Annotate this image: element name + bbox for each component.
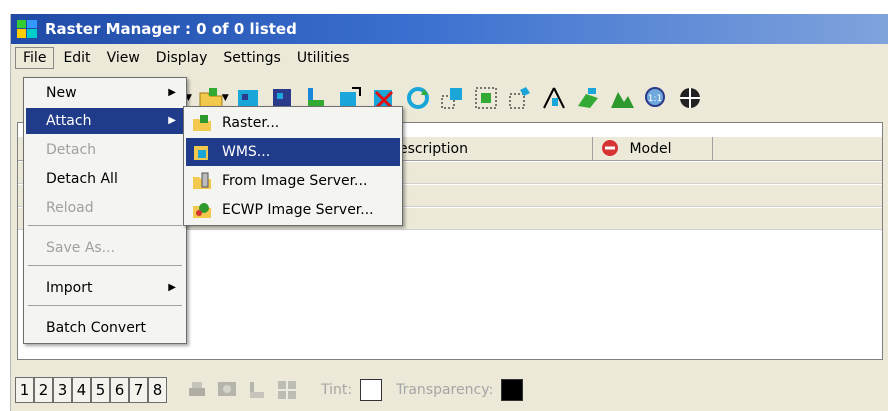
submenu-item-wms[interactable]: WMS...: [186, 138, 400, 166]
menu-item-detach-all-label: Detach All: [46, 171, 118, 187]
view-button-5[interactable]: 5: [91, 377, 110, 403]
submenu-item-raster[interactable]: Raster...: [186, 109, 400, 137]
print-icon[interactable]: [185, 378, 209, 402]
attach-submenu: Raster... WMS... From Image Server... EC…: [183, 106, 403, 226]
menu-item-attach-label: Attach: [46, 113, 92, 129]
raster-warp-icon[interactable]: [503, 81, 537, 115]
view-button-6[interactable]: 6: [110, 377, 129, 403]
menu-item-new-label: New: [46, 85, 77, 101]
submenu-arrow-icon: ▶: [168, 87, 176, 98]
view-button-7[interactable]: 7: [129, 377, 148, 403]
menu-item-save-as-label: Save As...: [46, 240, 116, 256]
raster-terrain-icon[interactable]: [605, 81, 639, 115]
raster-rotate-icon[interactable]: [401, 81, 435, 115]
submenu-arrow-icon: ▶: [168, 282, 176, 293]
menu-item-batch-convert-label: Batch Convert: [46, 320, 147, 336]
transparency-label: Transparency:: [396, 382, 494, 398]
title-bar: Raster Manager : 0 of 0 listed: [11, 14, 888, 44]
menu-item-detach-all[interactable]: Detach All: [26, 166, 184, 192]
menu-item-reload[interactable]: Reload: [26, 195, 184, 221]
raster-clip-icon[interactable]: [435, 81, 469, 115]
view-button-1[interactable]: 1: [15, 377, 34, 403]
view-button-2[interactable]: 2: [34, 377, 53, 403]
column-description-label: escription: [399, 141, 468, 157]
view-button-4[interactable]: 4: [72, 377, 91, 403]
menu-item-reload-label: Reload: [46, 200, 94, 216]
raster-mask-icon[interactable]: [469, 81, 503, 115]
menu-edit[interactable]: Edit: [56, 48, 97, 68]
menu-display[interactable]: Display: [149, 48, 215, 68]
menu-item-new[interactable]: New ▶: [26, 80, 184, 106]
tint-label: Tint:: [321, 382, 353, 398]
submenu-item-ecwp-server-label: ECWP Image Server...: [222, 202, 374, 218]
window-title: Raster Manager : 0 of 0 listed: [45, 20, 297, 38]
raster-attach-icon: [193, 115, 211, 131]
submenu-item-image-server-label: From Image Server...: [222, 173, 368, 189]
ecwp-server-icon: [193, 203, 211, 218]
menu-item-save-as[interactable]: Save As...: [26, 235, 184, 261]
submenu-arrow-icon: ▶: [168, 115, 176, 126]
menu-file[interactable]: File: [15, 47, 55, 69]
svg-text:1:1: 1:1: [648, 94, 662, 104]
raster-manager-app-icon: [17, 20, 37, 38]
tint-color-swatch[interactable]: [360, 379, 383, 401]
menu-item-detach[interactable]: Detach: [26, 137, 184, 163]
raster-level-icon[interactable]: [245, 378, 269, 402]
raster-grid-gray-icon[interactable]: [275, 378, 299, 402]
submenu-item-ecwp-server[interactable]: ECWP Image Server...: [186, 196, 400, 224]
menu-separator: [28, 225, 182, 226]
menu-item-attach[interactable]: Attach ▶: [26, 108, 184, 134]
display-settings-icon[interactable]: [215, 378, 239, 402]
menu-separator: [28, 265, 182, 266]
menu-item-import[interactable]: Import ▶: [26, 275, 184, 301]
column-model[interactable]: Model: [593, 137, 713, 161]
bottom-toolbar: 1 2 3 4 5 6 7 8 Tint: Transparency:: [11, 370, 888, 410]
submenu-item-image-server[interactable]: From Image Server...: [186, 167, 400, 195]
raster-georeference-icon[interactable]: [537, 81, 571, 115]
attach-dropdown-arrow-icon[interactable]: ▼: [222, 93, 229, 103]
globe-icon[interactable]: [673, 81, 707, 115]
menu-item-batch-convert[interactable]: Batch Convert: [26, 315, 184, 341]
menu-separator: [28, 305, 182, 306]
raster-drape-icon[interactable]: [571, 81, 605, 115]
transparency-color-swatch[interactable]: [501, 379, 524, 401]
view-button-8[interactable]: 8: [148, 377, 167, 403]
image-server-icon: [193, 172, 211, 189]
wms-attach-icon: [194, 146, 208, 160]
no-entry-icon: [602, 140, 618, 156]
zoom-one-to-one-icon[interactable]: 1:1: [639, 81, 673, 115]
menu-view[interactable]: View: [100, 48, 147, 68]
menu-bar: File Edit View Display Settings Utilitie…: [11, 44, 888, 72]
submenu-item-raster-label: Raster...: [222, 115, 280, 131]
file-menu-dropdown: New ▶ Attach ▶ Detach Detach All Reload …: [23, 77, 187, 344]
menu-utilities[interactable]: Utilities: [290, 48, 357, 68]
submenu-item-wms-label: WMS...: [222, 144, 271, 160]
menu-item-detach-label: Detach: [46, 142, 97, 158]
view-button-3[interactable]: 3: [53, 377, 72, 403]
menu-settings[interactable]: Settings: [216, 48, 287, 68]
column-model-label: Model: [629, 141, 672, 157]
column-description[interactable]: escription: [393, 137, 593, 161]
menu-item-import-label: Import: [46, 280, 93, 296]
